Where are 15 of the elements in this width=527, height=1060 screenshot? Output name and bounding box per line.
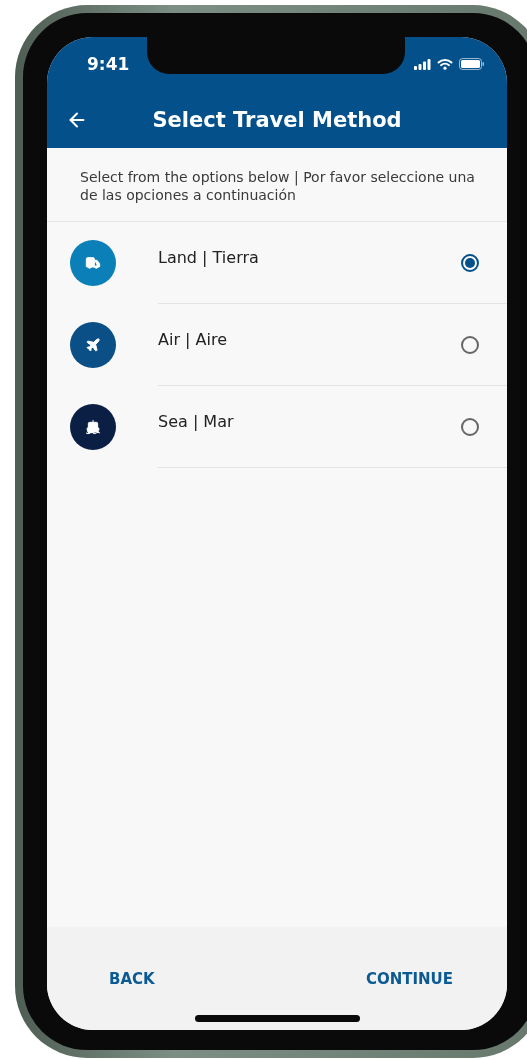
- wifi-icon: [437, 58, 453, 70]
- plane-icon: [85, 337, 101, 353]
- option-label: Sea | Mar: [158, 412, 234, 431]
- back-button[interactable]: BACK: [109, 969, 155, 989]
- battery-icon: [459, 58, 485, 70]
- option-label: Air | Aire: [158, 330, 227, 349]
- radio-button[interactable]: [461, 253, 479, 272]
- signal-icon: [414, 58, 431, 70]
- truck-icon: [85, 255, 101, 271]
- radio-button[interactable]: [461, 417, 479, 436]
- screen-title: Select Travel Method: [152, 107, 402, 132]
- continue-button[interactable]: CONTINUE: [365, 969, 453, 989]
- status-time: 9:41: [87, 54, 130, 74]
- radio-button[interactable]: [461, 335, 479, 354]
- option-label: Land | Tierra: [158, 248, 259, 267]
